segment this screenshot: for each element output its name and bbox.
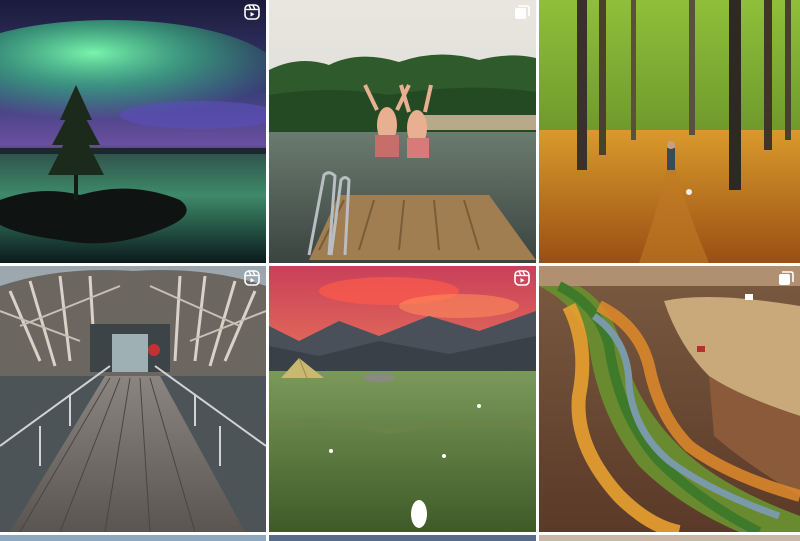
mountain-camping-photo bbox=[269, 266, 536, 532]
carousel-icon bbox=[778, 270, 794, 286]
post-tile-river[interactable] bbox=[539, 266, 800, 532]
post-tile-next-2[interactable] bbox=[269, 535, 536, 541]
post-tile-aurora[interactable] bbox=[0, 0, 266, 263]
post-tile-next-1[interactable] bbox=[0, 535, 266, 541]
post-tile-next-3[interactable] bbox=[539, 535, 800, 541]
post-tile-camping[interactable] bbox=[269, 266, 536, 532]
autumn-forest-photo bbox=[539, 0, 800, 263]
reels-icon bbox=[244, 270, 260, 286]
post-tile-forest[interactable] bbox=[539, 0, 800, 263]
river-fields-photo bbox=[539, 266, 800, 532]
post-tile-jump[interactable] bbox=[269, 0, 536, 263]
lake-jump-photo bbox=[269, 0, 536, 263]
reels-icon bbox=[514, 270, 530, 286]
carousel-icon bbox=[514, 4, 530, 20]
aurora-lake-photo bbox=[0, 0, 266, 263]
reels-icon bbox=[244, 4, 260, 20]
boardwalk-photo bbox=[0, 266, 266, 532]
profile-post-grid bbox=[0, 0, 800, 541]
post-tile-boardwalk[interactable] bbox=[0, 266, 266, 532]
